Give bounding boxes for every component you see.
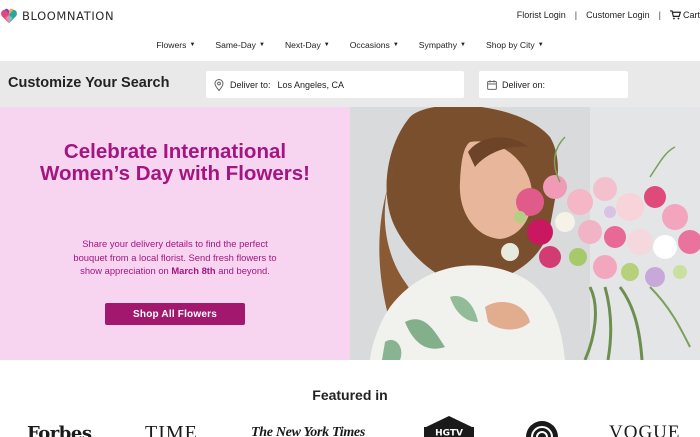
nav-item-same-day[interactable]: Same-Day ▼ [205, 36, 275, 54]
forbes-logo: Forbes [27, 423, 92, 437]
shop-all-flowers-button[interactable]: Shop All Flowers [105, 303, 245, 325]
deliver-to-label: Deliver to: [230, 79, 271, 90]
nav-label: Occasions [349, 40, 390, 50]
cart-link[interactable]: Cart [670, 10, 700, 20]
chevron-down-icon: ▼ [537, 42, 544, 48]
main-nav: Flowers ▼ Same-Day ▼ Next-Day ▼ Occasions ▼ … [0, 36, 700, 54]
deliver-on-label: Deliver on: [502, 79, 546, 90]
chevron-down-icon: ▼ [189, 42, 196, 48]
customer-login-link[interactable]: Customer Login [586, 10, 650, 20]
hero-description: Share your delivery details to find the … [70, 237, 280, 278]
chevron-down-icon: ▼ [392, 42, 399, 48]
deliver-on-field[interactable]: Deliver on: [479, 71, 628, 98]
search-bar: Customize Your Search Deliver to: Los An… [0, 61, 700, 107]
nav-item-flowers[interactable]: Flowers ▼ [146, 36, 205, 54]
deliver-to-value: Los Angeles, CA [277, 79, 345, 90]
account-links: Florist Login | Customer Login | Cart [517, 10, 700, 20]
nav-label: Next-Day [284, 40, 321, 50]
press-logos: Forbes TIME The New York Times HGTV VOGU… [0, 416, 700, 437]
nav-item-next-day[interactable]: Next-Day ▼ [275, 36, 340, 54]
search-title: Customize Your Search [8, 75, 170, 91]
nyt-logo: The New York Times [251, 425, 365, 437]
vogue-logo: VOGUE [609, 422, 681, 437]
cart-icon [670, 10, 681, 20]
hero-photo [350, 107, 700, 360]
brand-logo[interactable]: BLOOMNATION [0, 7, 114, 25]
nav-label: Flowers [156, 40, 187, 50]
time-logo: TIME [145, 422, 198, 437]
hero-desc-date: March 8th [171, 265, 216, 276]
chevron-down-icon: ▼ [460, 42, 466, 48]
brand-name: BLOOMNATION [22, 9, 115, 23]
nav-label: Shop by City [485, 40, 535, 50]
hero-panel: Celebrate International Women’s Day with… [0, 107, 350, 360]
featured-title: Featured in [312, 387, 388, 403]
nav-label: Same-Day [215, 40, 256, 50]
divider: | [574, 10, 578, 20]
hgtv-logo-text: HGTV [435, 429, 463, 437]
chevron-down-icon: ▼ [258, 42, 265, 48]
nav-item-shop-by-city[interactable]: Shop by City ▼ [476, 36, 554, 54]
cart-label: Cart [682, 10, 700, 20]
hero-title: Celebrate International Women’s Day with… [40, 140, 310, 185]
woman-with-bouquet-image [350, 107, 700, 360]
nav-item-occasions[interactable]: Occasions ▼ [340, 36, 409, 54]
deliver-to-field[interactable]: Deliver to: Los Angeles, CA [206, 71, 464, 98]
calendar-icon [487, 79, 497, 90]
bloomnation-logo-icon [1, 8, 17, 24]
hero-desc-text-end: and beyond. [215, 265, 270, 276]
nav-label: Sympathy [418, 40, 458, 50]
top-bar: BLOOMNATION Florist Login | Customer Log… [0, 0, 700, 32]
location-pin-icon [214, 78, 224, 91]
hgtv-logo: HGTV [424, 416, 474, 437]
divider: | [658, 10, 661, 20]
nav-item-sympathy[interactable]: Sympathy ▼ [409, 36, 476, 54]
chevron-down-icon: ▼ [323, 42, 330, 48]
today-logo [526, 421, 558, 437]
florist-login-link[interactable]: Florist Login [517, 10, 566, 20]
